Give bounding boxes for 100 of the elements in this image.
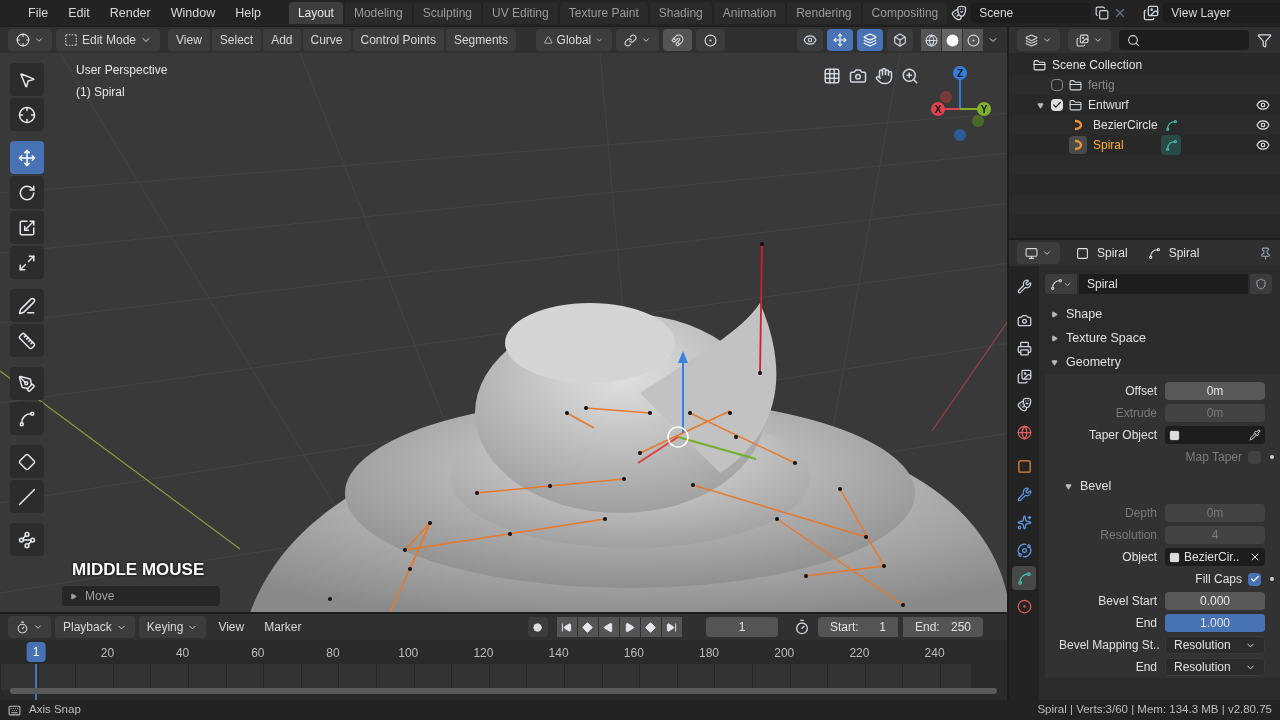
object-field[interactable]: BezierCir..	[1165, 548, 1265, 566]
stopwatch-icon[interactable]	[794, 619, 810, 635]
menu-button[interactable]: Add	[263, 29, 301, 51]
overlay-toggle[interactable]	[887, 29, 913, 51]
eye-icon[interactable]	[1256, 118, 1270, 132]
snap-button[interactable]	[662, 29, 692, 51]
jump-end-button[interactable]	[661, 617, 682, 637]
eye-icon[interactable]	[1256, 98, 1270, 112]
playhead-label[interactable]: 1	[26, 642, 46, 662]
view-layer-field[interactable]: View Layer	[1163, 3, 1280, 23]
panel-header[interactable]: Bevel	[1045, 474, 1280, 498]
dropdown-field[interactable]: Resolution	[1165, 636, 1265, 654]
menu-button[interactable]: Select	[211, 29, 262, 51]
panel-header[interactable]: Shape	[1045, 302, 1280, 326]
eye-icon[interactable]	[1256, 138, 1270, 152]
collection-label[interactable]: Scene Collection	[1052, 56, 1143, 74]
tool-button[interactable]	[10, 98, 44, 131]
checkbox[interactable]	[1051, 99, 1063, 111]
pivot-button[interactable]	[615, 29, 659, 51]
transform-pivot-button[interactable]	[8, 29, 52, 51]
menu-item[interactable]: Edit	[60, 3, 98, 23]
proportional-button[interactable]	[695, 29, 725, 51]
next-keyframe-button[interactable]	[640, 617, 661, 637]
checkbox[interactable]	[1051, 79, 1063, 91]
panel-header[interactable]: Geometry	[1045, 350, 1280, 374]
3d-viewport[interactable]: User Perspective (1) Spiral Z X Y MIDDLE MOUSE Move	[0, 53, 1007, 612]
play-button[interactable]	[619, 617, 640, 637]
number-field[interactable]: 0m	[1165, 382, 1265, 400]
eyedropper-icon[interactable]	[1249, 429, 1261, 441]
shading-button[interactable]	[963, 29, 983, 51]
zoom-icon[interactable]	[901, 67, 919, 85]
current-frame-field[interactable]: 1	[706, 617, 778, 637]
camera-icon[interactable]	[849, 67, 867, 85]
panel-header[interactable]: Texture Space	[1045, 326, 1280, 350]
object-label[interactable]: BezierCircle	[1093, 116, 1155, 134]
collection-label[interactable]: Entwurf	[1088, 96, 1129, 114]
workspace-tab[interactable]: Modeling	[344, 2, 412, 24]
menu-button[interactable]: Control Points	[352, 29, 444, 51]
workspace-tab[interactable]: Animation	[713, 2, 786, 24]
menu-dropdown[interactable]: Playback	[55, 616, 135, 638]
mode-dropdown[interactable]: Edit Mode	[56, 29, 160, 51]
pin-icon[interactable]	[1259, 246, 1272, 260]
shading-button[interactable]	[921, 29, 941, 51]
datablock-name-field[interactable]: Spiral	[1079, 274, 1248, 294]
tool-button[interactable]	[10, 480, 44, 513]
horizontal-scrollbar[interactable]	[10, 688, 997, 694]
hand-icon[interactable]	[875, 67, 893, 85]
tool-button[interactable]	[10, 63, 44, 96]
clear-icon[interactable]	[1249, 551, 1261, 563]
copy-icon[interactable]	[1095, 6, 1110, 20]
breadcrumb-item[interactable]: Spiral	[1097, 244, 1128, 262]
menu-item[interactable]: File	[20, 3, 57, 23]
properties-tab[interactable]	[1012, 566, 1036, 590]
end-frame-field[interactable]: End: 250	[903, 617, 983, 637]
menu-item[interactable]: Marker	[256, 618, 310, 636]
collapse-arrow-icon[interactable]	[1036, 101, 1044, 109]
record-button[interactable]	[527, 617, 548, 637]
filter-icon[interactable]	[1257, 32, 1272, 48]
tool-button[interactable]	[10, 246, 44, 279]
workspace-tab[interactable]: UV Editing	[483, 2, 558, 24]
editor-type-button[interactable]	[1017, 29, 1060, 51]
workspace-tab[interactable]: Shading	[649, 2, 712, 24]
jump-start-button[interactable]	[556, 617, 577, 637]
start-frame-field[interactable]: Start: 1	[818, 617, 898, 637]
tool-button[interactable]	[10, 523, 44, 556]
datablock-browse-button[interactable]	[1045, 274, 1077, 294]
tool-button[interactable]	[10, 402, 44, 435]
grid-icon[interactable]	[823, 67, 841, 85]
menu-item[interactable]: Window	[162, 3, 224, 23]
scene-field[interactable]: Scene	[971, 3, 1092, 23]
tool-button[interactable]	[10, 211, 44, 244]
workspace-tab[interactable]: Compositing	[862, 2, 948, 24]
menu-button[interactable]: Segments	[445, 29, 516, 51]
collection-label[interactable]: fertig	[1088, 76, 1115, 94]
menu-button[interactable]: View	[168, 29, 210, 51]
navigation-gizmo[interactable]: Z X Y	[926, 63, 998, 143]
overlay-toggle[interactable]	[827, 29, 853, 51]
menu-item[interactable]: View	[210, 618, 253, 636]
menu-dropdown[interactable]: Keying	[138, 616, 207, 638]
tool-button[interactable]	[10, 367, 44, 400]
checkbox[interactable]	[1248, 572, 1261, 586]
slider-field[interactable]: 0.000	[1165, 592, 1265, 610]
shading-button[interactable]	[942, 29, 962, 51]
search-field[interactable]	[1119, 30, 1249, 50]
play-reverse-button[interactable]	[598, 617, 619, 637]
display-mode-button[interactable]	[1068, 29, 1111, 51]
menu-item[interactable]: Help	[227, 3, 269, 23]
menu-button[interactable]: Curve	[302, 29, 351, 51]
menu-item[interactable]: Render	[101, 3, 159, 23]
editor-type-button[interactable]	[1017, 242, 1060, 264]
slider-field[interactable]: 1.000	[1165, 614, 1265, 632]
overlay-toggle[interactable]	[857, 29, 883, 51]
tool-button[interactable]	[10, 324, 44, 357]
timeline-track[interactable]	[0, 664, 971, 690]
tool-button[interactable]	[10, 445, 44, 478]
tool-button[interactable]	[10, 176, 44, 209]
overlay-toggle[interactable]	[797, 29, 823, 51]
workspace-tab[interactable]: Sculpting	[413, 2, 481, 24]
fake-user-button[interactable]	[1250, 274, 1272, 294]
prev-keyframe-button[interactable]	[577, 617, 598, 637]
